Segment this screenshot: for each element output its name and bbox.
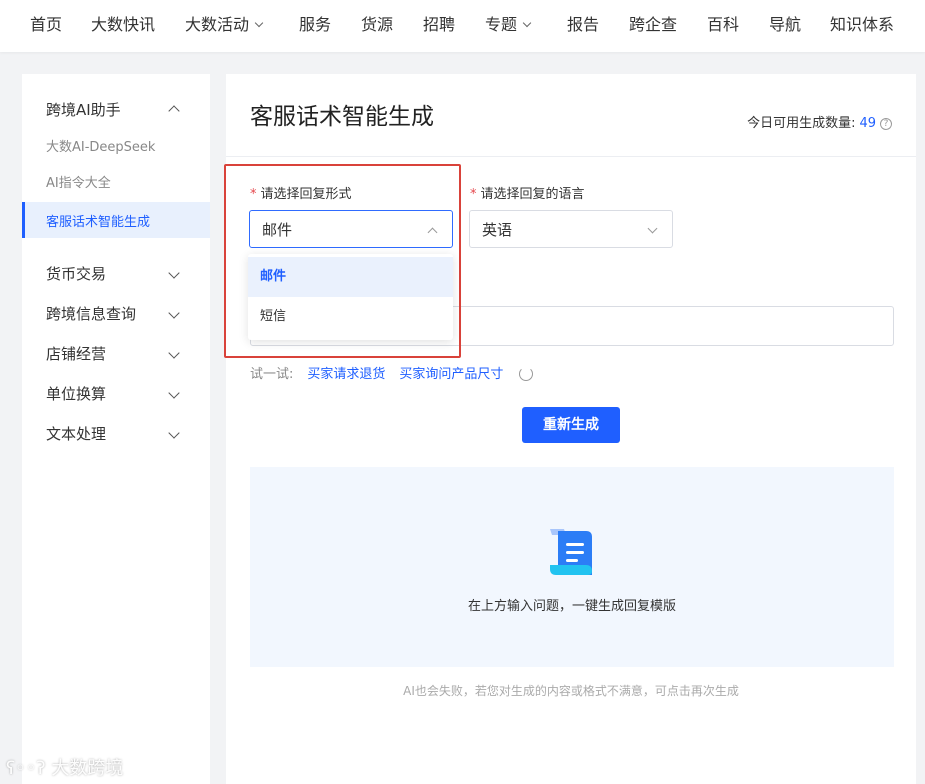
top-nav: 首页 大数快讯 大数活动 服务 货源 招聘 专题 报告 跨企查 百科 导航 知识… bbox=[0, 0, 925, 52]
regenerate-button[interactable]: 重新生成 bbox=[522, 407, 620, 443]
sidebar-item-deepseek[interactable]: 大数AI-DeepSeek bbox=[46, 139, 155, 157]
divider bbox=[226, 156, 916, 157]
nav-item-news[interactable]: 大数快讯 bbox=[91, 14, 155, 36]
sidebar: 跨境AI助手 大数AI-DeepSeek AI指令大全 客服话术智能生成 货币交… bbox=[22, 74, 210, 784]
nav-item-supply[interactable]: 货源 bbox=[361, 14, 393, 36]
sidebar-group-info-query[interactable]: 跨境信息查询 bbox=[46, 304, 136, 324]
quota-label: 今日可用生成数量: bbox=[747, 116, 856, 131]
reply-language-label: * 请选择回复的语言 bbox=[470, 183, 585, 202]
try-link-size[interactable]: 买家询问产品尺寸 bbox=[399, 367, 503, 382]
watermark: ʕ◦◦ʔ 大数跨境 bbox=[6, 754, 123, 780]
reply-form-dropdown: 邮件 短信 bbox=[248, 254, 453, 340]
nav-item-services[interactable]: 服务 bbox=[299, 14, 331, 36]
quota: 今日可用生成数量: 49? bbox=[747, 112, 892, 131]
quota-value: 49 bbox=[859, 116, 876, 131]
nav-item-events[interactable]: 大数活动 bbox=[185, 14, 264, 36]
watermark-logo-icon: ʕ◦◦ʔ bbox=[6, 758, 52, 779]
sidebar-group-ai-assistant[interactable]: 跨境AI助手 bbox=[46, 100, 121, 120]
footnote: AI也会失败，若您对生成的内容或格式不满意，可点击再次生成 bbox=[403, 684, 739, 698]
chevron-down-icon[interactable] bbox=[168, 267, 180, 279]
try-label: 试一试: bbox=[250, 367, 294, 382]
chevron-down-icon bbox=[522, 18, 532, 28]
sidebar-item-ai-prompts[interactable]: AI指令大全 bbox=[46, 175, 111, 193]
dropdown-option-sms[interactable]: 短信 bbox=[248, 297, 453, 337]
nav-item-events-label: 大数活动 bbox=[185, 15, 250, 34]
nav-item-topics-label: 专题 bbox=[485, 15, 518, 34]
sidebar-group-text[interactable]: 文本处理 bbox=[46, 424, 106, 444]
help-icon[interactable]: ? bbox=[880, 118, 892, 130]
chevron-down-icon[interactable] bbox=[168, 427, 180, 439]
nav-item-wiki[interactable]: 百科 bbox=[707, 14, 739, 36]
result-hint: 在上方输入问题，一键生成回复模版 bbox=[467, 599, 676, 614]
nav-item-knowledge[interactable]: 知识体系 bbox=[830, 14, 894, 36]
document-icon bbox=[550, 529, 592, 575]
try-link-return[interactable]: 买家请求退货 bbox=[307, 367, 385, 382]
chevron-up-icon[interactable] bbox=[168, 105, 180, 117]
nav-item-company-search[interactable]: 跨企查 bbox=[629, 14, 677, 36]
reply-language-value: 英语 bbox=[482, 221, 513, 239]
chevron-down-icon bbox=[647, 223, 658, 234]
chevron-down-icon[interactable] bbox=[168, 307, 180, 319]
chevron-down-icon[interactable] bbox=[168, 387, 180, 399]
nav-item-reports[interactable]: 报告 bbox=[567, 14, 599, 36]
sidebar-group-store[interactable]: 店铺经营 bbox=[46, 344, 106, 364]
nav-item-jobs[interactable]: 招聘 bbox=[423, 14, 455, 36]
refresh-icon[interactable] bbox=[519, 367, 534, 381]
sidebar-group-unit-convert[interactable]: 单位换算 bbox=[46, 384, 106, 404]
dropdown-option-email[interactable]: 邮件 bbox=[248, 257, 453, 297]
chevron-down-icon[interactable] bbox=[168, 347, 180, 359]
nav-item-navigation[interactable]: 导航 bbox=[769, 14, 801, 36]
reply-language-select[interactable]: 英语 bbox=[469, 210, 673, 248]
try-row: 试一试: 买家请求退货 买家询问产品尺寸 bbox=[250, 363, 534, 382]
chevron-down-icon bbox=[254, 18, 264, 28]
result-area: 在上方输入问题，一键生成回复模版 bbox=[250, 467, 894, 667]
required-mark: * bbox=[470, 187, 477, 202]
nav-item-topics[interactable]: 专题 bbox=[485, 14, 532, 36]
reply-language-label-text: 请选择回复的语言 bbox=[480, 187, 585, 202]
page-title: 客服话术智能生成 bbox=[250, 104, 434, 130]
watermark-text: 大数跨境 bbox=[51, 758, 124, 779]
sidebar-group-currency[interactable]: 货币交易 bbox=[46, 264, 106, 284]
nav-item-home[interactable]: 首页 bbox=[30, 14, 62, 36]
sidebar-item-cs-script[interactable]: 客服话术智能生成 bbox=[22, 202, 210, 238]
sidebar-item-label: 客服话术智能生成 bbox=[46, 215, 151, 230]
